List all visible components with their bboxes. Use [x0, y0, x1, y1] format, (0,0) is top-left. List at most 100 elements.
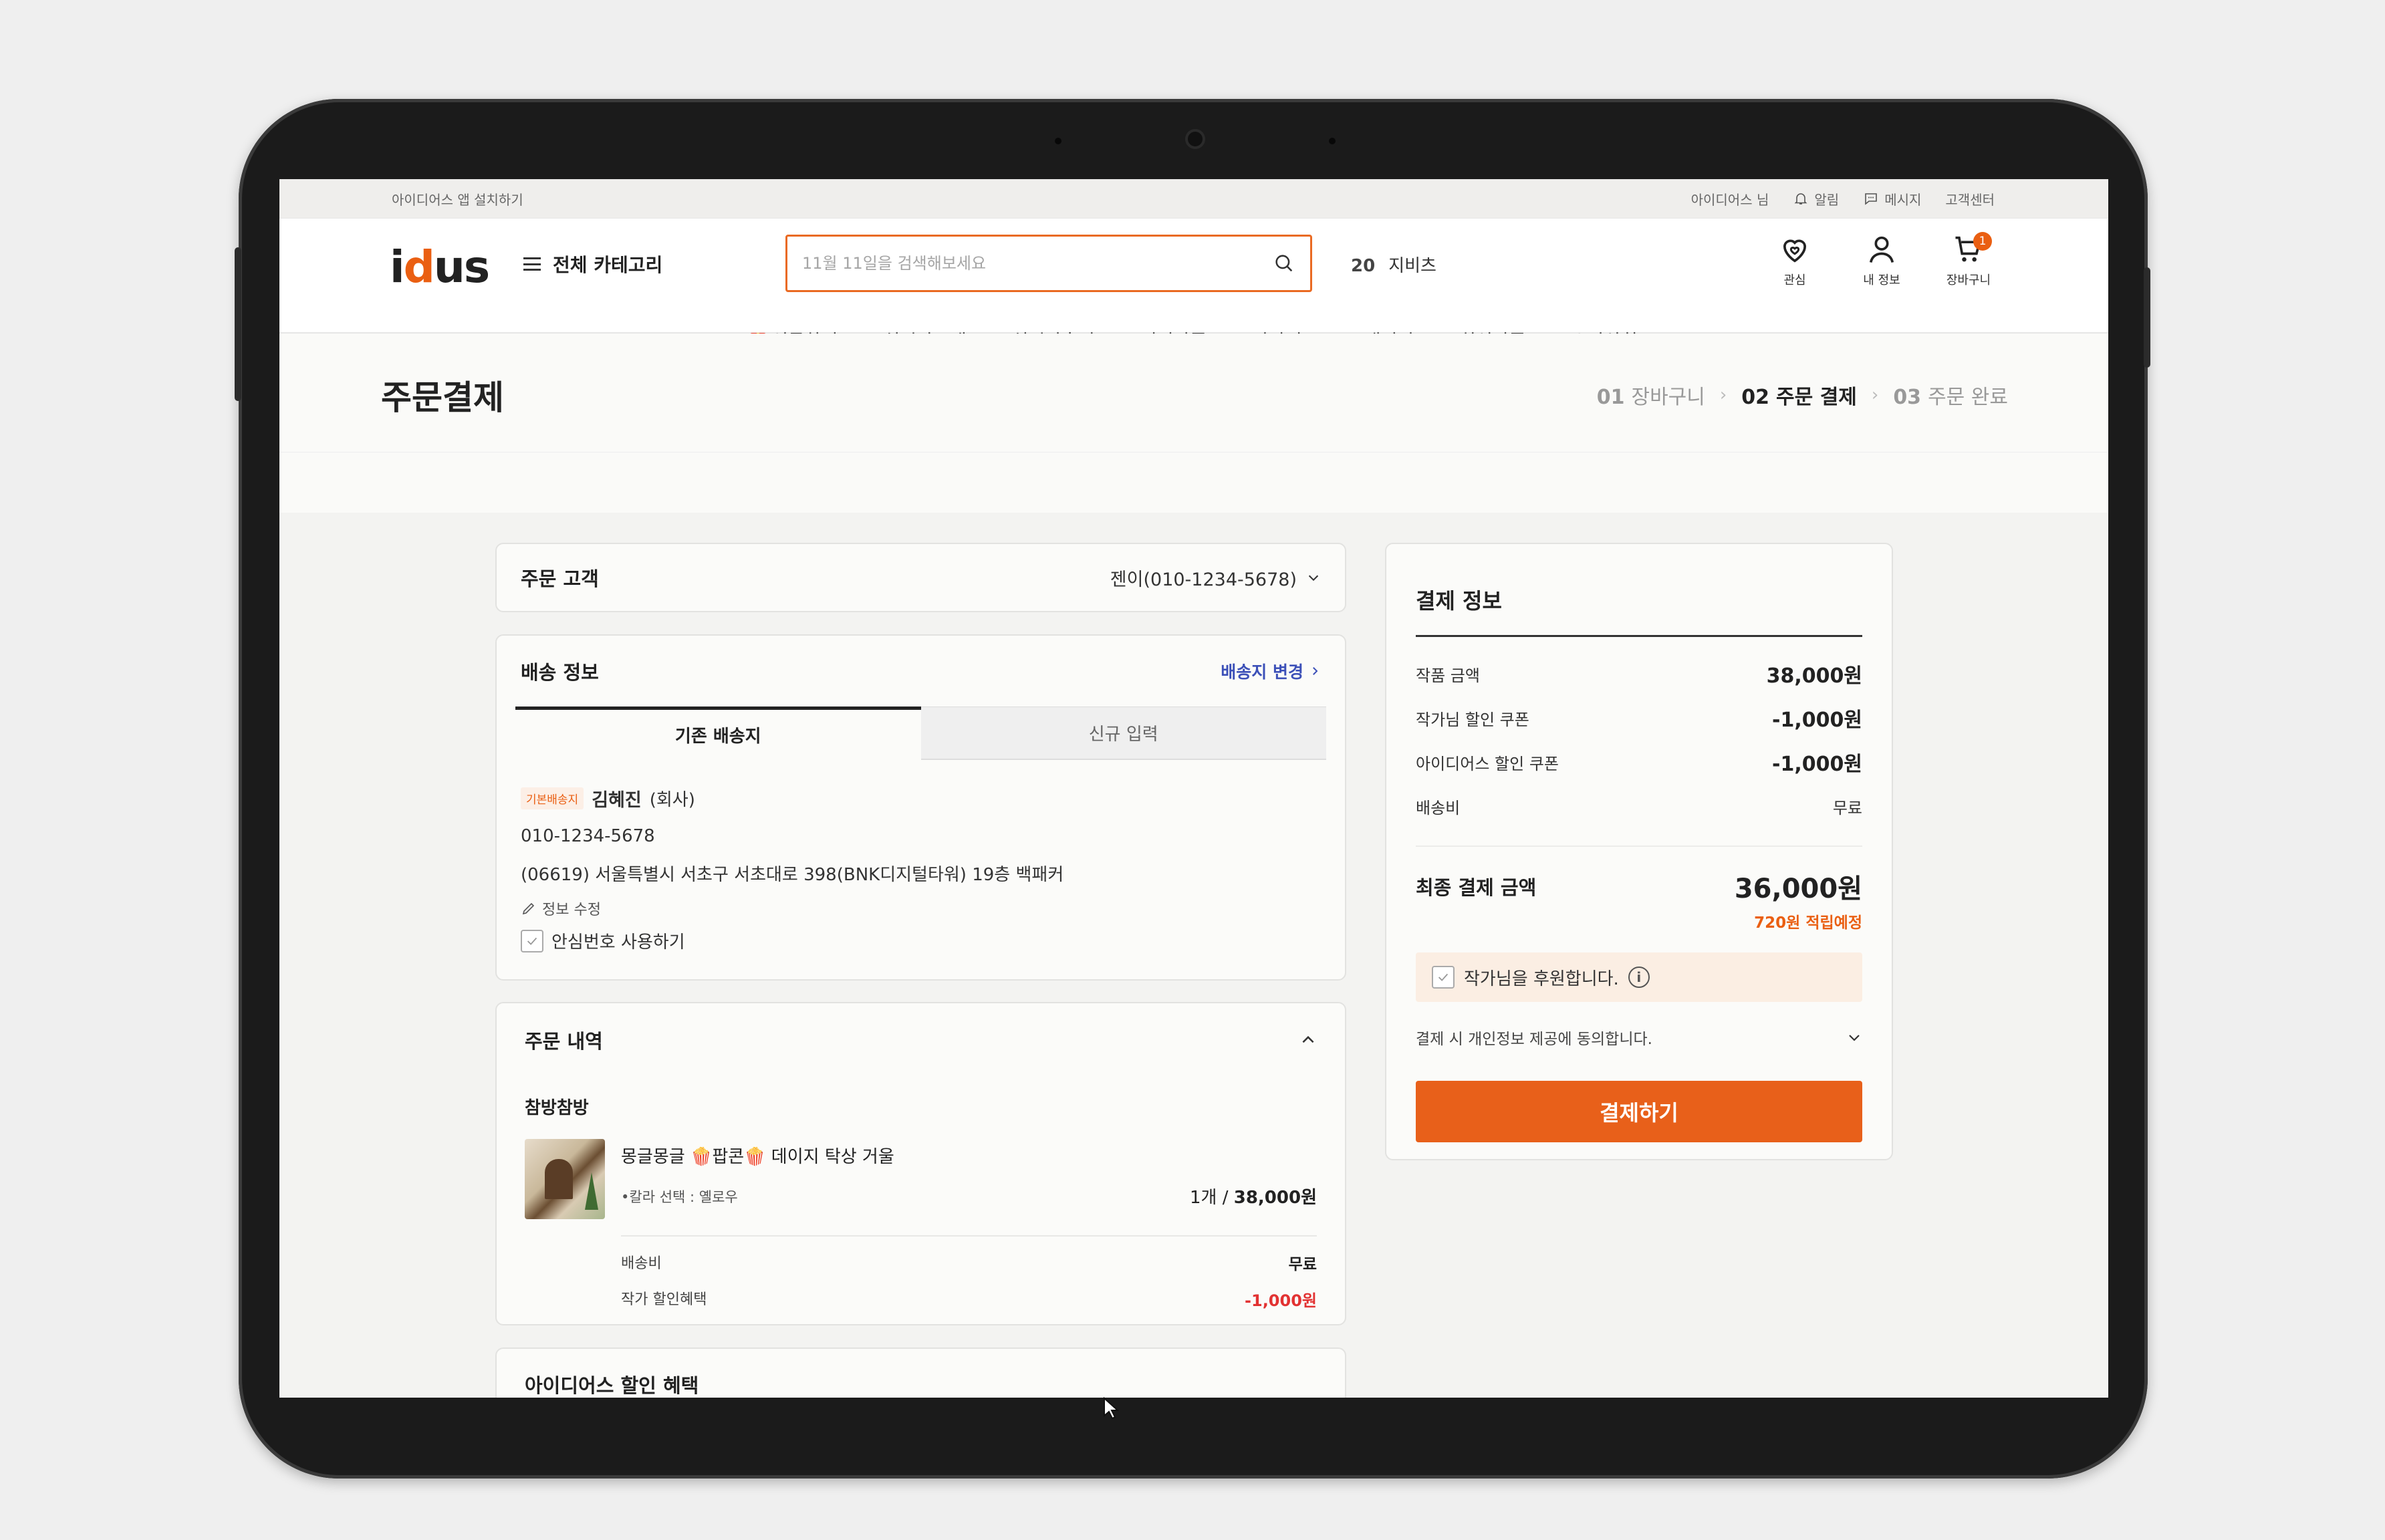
total-amount: 36,000원: [1734, 874, 1862, 904]
message-link[interactable]: 메시지: [1863, 189, 1921, 209]
site-header: idus 전체 카테고리 20 지비츠 관심 내 정보 1 장바구니: [279, 219, 2108, 352]
user-name[interactable]: 아이디어스 님: [1691, 189, 1769, 209]
shipping-fee-row: 배송비 무료: [621, 1251, 1317, 1274]
payment-shipping-label: 배송비: [1416, 798, 1461, 817]
tab-new-address[interactable]: 신규 입력: [920, 707, 1326, 760]
tab-existing-address[interactable]: 기존 배송지: [515, 707, 921, 760]
trending-keyword[interactable]: 20 지비츠: [1351, 252, 1436, 277]
sensor-dot: [1055, 138, 1061, 144]
tablet-side-button: [2144, 267, 2150, 368]
payment-row: 작품 금액 38,000원: [1416, 652, 1862, 696]
message-icon: [1865, 193, 1877, 205]
step-complete: 03 주문 완료: [1893, 386, 2008, 409]
safe-number-option[interactable]: 안심번호 사용하기: [521, 928, 1321, 953]
recipient-address: (06619) 서울특별시 서초구 서초대로 398(BNK디지털타워) 19층…: [521, 865, 1064, 885]
tablet-side-button: [235, 247, 241, 401]
user-icon: [1869, 236, 1894, 263]
address-tabs: 기존 배송지 신규 입력: [515, 707, 1326, 760]
search-input[interactable]: [802, 254, 1273, 273]
keyword-text: 지비츠: [1388, 256, 1436, 276]
alarm-link[interactable]: 알림: [1793, 189, 1839, 209]
wish-button[interactable]: 관심: [1767, 232, 1822, 288]
shop-name[interactable]: 참방참방: [525, 1094, 1317, 1119]
privacy-agree-label: 결제 시 개인정보 제공에 동의합니다.: [1416, 1031, 1652, 1048]
customer-value: 젠이(010-1234-5678): [1110, 569, 1297, 590]
payment-row-value: -1,000원: [1772, 709, 1862, 732]
chevron-right-icon: ›: [1719, 385, 1727, 405]
edit-info-link[interactable]: 정보 수정: [521, 898, 1321, 919]
checkout-content: 주문 고객 젠이(010-1234-5678) 배송 정보 배송지 변경 기존 …: [279, 513, 2108, 1398]
change-address-label: 배송지 변경: [1221, 662, 1303, 682]
payment-card: 결제 정보 작품 금액 38,000원 작가님 할인 쿠폰 -1,000원 아이…: [1385, 543, 1893, 1160]
shipping-fee-value: 무료: [1288, 1256, 1317, 1273]
artist-discount-value: -1,000원: [1245, 1291, 1317, 1310]
cart-label: 장바구니: [1946, 273, 1991, 287]
pay-button[interactable]: 결제하기: [1416, 1081, 1862, 1142]
support-link[interactable]: 고객센터: [1945, 189, 1995, 209]
shipping-title: 배송 정보: [521, 661, 599, 684]
shipping-card: 배송 정보 배송지 변경 기존 배송지 신규 입력 기본배송지 김혜진 (회사)…: [495, 634, 1346, 981]
checkout-title-band: 주문결제 01 장바구니 › 02 주문 결제 › 03 주문 완료: [279, 334, 2108, 453]
install-app-link[interactable]: 아이디어스 앱 설치하기: [392, 189, 523, 209]
step-cart: 01 장바구니: [1596, 386, 1705, 409]
check-icon: [527, 937, 537, 945]
idus-logo[interactable]: idus: [390, 241, 490, 293]
support-artist-checkbox[interactable]: [1432, 966, 1455, 989]
check-icon: [1438, 973, 1449, 981]
chevron-right-icon: ›: [1871, 385, 1879, 405]
safe-number-label: 안심번호 사용하기: [551, 932, 685, 952]
chevron-down-icon: [1849, 1035, 1860, 1041]
heart-icon: [1783, 239, 1807, 263]
header-icons: 관심 내 정보 1 장바구니: [1767, 232, 1996, 288]
product-option: •칼라 선택 : 옐로우: [621, 1188, 738, 1205]
shipping-fee-label: 배송비: [621, 1255, 662, 1272]
search-box[interactable]: [785, 235, 1312, 292]
product-name[interactable]: 몽글몽글 🍿팝콘🍿 데이지 탁상 거울: [621, 1143, 1317, 1168]
address-details: 기본배송지 김혜진 (회사) 010-1234-5678 (06619) 서울특…: [521, 785, 1321, 953]
total-section: 최종 결제 금액 36,000원 720원 적립예정: [1416, 846, 1862, 932]
chevron-down-icon: [1308, 575, 1319, 582]
recipient-name: 김혜진: [592, 790, 642, 811]
my-info-button[interactable]: 내 정보: [1854, 232, 1909, 288]
product-thumbnail[interactable]: [525, 1139, 605, 1219]
payment-rows: 작품 금액 38,000원 작가님 할인 쿠폰 -1,000원 아이디어스 할인…: [1416, 652, 1862, 828]
address-tag: (회사): [649, 790, 695, 810]
safe-number-checkbox[interactable]: [521, 929, 543, 952]
customer-card[interactable]: 주문 고객 젠이(010-1234-5678): [495, 543, 1346, 612]
support-artist-option[interactable]: 작가님을 후원합니다. i: [1416, 952, 1862, 1002]
mouse-cursor-icon: [1104, 1397, 1120, 1420]
chevron-up-icon[interactable]: [1299, 1031, 1317, 1049]
utility-bar: 아이디어스 앱 설치하기 아이디어스 님 알림 메시지 고객센터: [279, 179, 2108, 219]
artist-discount-row: 작가 할인혜택 -1,000원: [621, 1287, 1317, 1311]
chevron-right-icon: [1313, 667, 1318, 675]
all-category-button[interactable]: 전체 카테고리: [523, 251, 662, 277]
sensor-dot: [1329, 138, 1336, 144]
message-label: 메시지: [1884, 191, 1922, 208]
checkout-steps: 01 장바구니 › 02 주문 결제 › 03 주문 완료: [1597, 380, 2008, 410]
privacy-agree-toggle[interactable]: 결제 시 개인정보 제공에 동의합니다.: [1416, 1019, 1862, 1055]
product-qty-price: 1개 / 38,000원: [1189, 1188, 1317, 1208]
info-icon[interactable]: i: [1628, 967, 1650, 988]
front-camera: [1185, 129, 1205, 149]
payment-row: 아이디어스 할인 쿠폰 -1,000원: [1416, 740, 1862, 784]
customer-label: 주문 고객: [521, 567, 599, 590]
total-label: 최종 결제 금액: [1416, 876, 1537, 899]
customer-select[interactable]: 젠이(010-1234-5678): [1110, 565, 1321, 591]
category-label: 전체 카테고리: [553, 254, 663, 276]
support-artist-label: 작가님을 후원합니다.: [1464, 969, 1619, 989]
step-payment: 02 주문 결제: [1741, 386, 1857, 409]
default-address-chip: 기본배송지: [521, 787, 584, 809]
browser-screen: 아이디어스 앱 설치하기 아이디어스 님 알림 메시지 고객센터 idus 전체…: [279, 179, 2108, 1398]
edit-info-label: 정보 수정: [542, 902, 601, 918]
search-icon[interactable]: [1273, 252, 1295, 275]
idus-discount-title: 아이디어스 할인 혜택: [525, 1374, 699, 1397]
payment-row-label: 작가님 할인 쿠폰: [1416, 710, 1529, 729]
order-card: 주문 내역 참방참방 몽글몽글 🍿팝콘🍿 데이지 탁상 거울 •칼라 선택 : …: [495, 1002, 1346, 1325]
cart-button[interactable]: 1 장바구니: [1941, 232, 1996, 288]
cart-count-badge: 1: [1973, 232, 1992, 251]
order-header[interactable]: 주문 내역: [525, 1026, 1317, 1054]
wish-label: 관심: [1783, 273, 1806, 287]
shipping-header: 배송 정보 배송지 변경: [521, 657, 1321, 685]
change-address-link[interactable]: 배송지 변경: [1221, 659, 1321, 683]
alarm-label: 알림: [1814, 191, 1840, 208]
